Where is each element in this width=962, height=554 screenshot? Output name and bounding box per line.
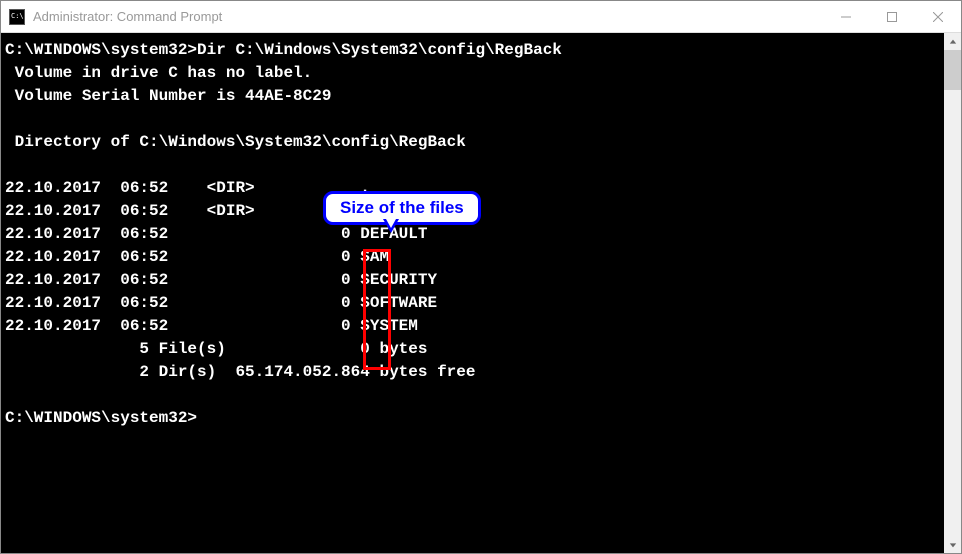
cmd-icon bbox=[9, 9, 25, 25]
scrollbar-thumb[interactable] bbox=[944, 50, 961, 90]
minimize-button[interactable] bbox=[823, 1, 869, 32]
terminal-area: C:\WINDOWS\system32>Dir C:\Windows\Syste… bbox=[1, 33, 961, 553]
arrow-up-icon bbox=[949, 38, 957, 46]
maximize-icon bbox=[887, 12, 897, 22]
minimize-icon bbox=[841, 12, 851, 22]
arrow-down-icon bbox=[949, 541, 957, 549]
window-title: Administrator: Command Prompt bbox=[33, 9, 823, 24]
command-prompt-window: Administrator: Command Prompt C:\WINDOWS… bbox=[0, 0, 962, 554]
close-button[interactable] bbox=[915, 1, 961, 32]
scroll-down-button[interactable] bbox=[944, 536, 961, 553]
titlebar[interactable]: Administrator: Command Prompt bbox=[1, 1, 961, 33]
scroll-up-button[interactable] bbox=[944, 33, 961, 50]
maximize-button[interactable] bbox=[869, 1, 915, 32]
terminal-output[interactable]: C:\WINDOWS\system32>Dir C:\Windows\Syste… bbox=[1, 33, 944, 553]
window-controls bbox=[823, 1, 961, 32]
vertical-scrollbar[interactable] bbox=[944, 33, 961, 553]
close-icon bbox=[933, 12, 943, 22]
